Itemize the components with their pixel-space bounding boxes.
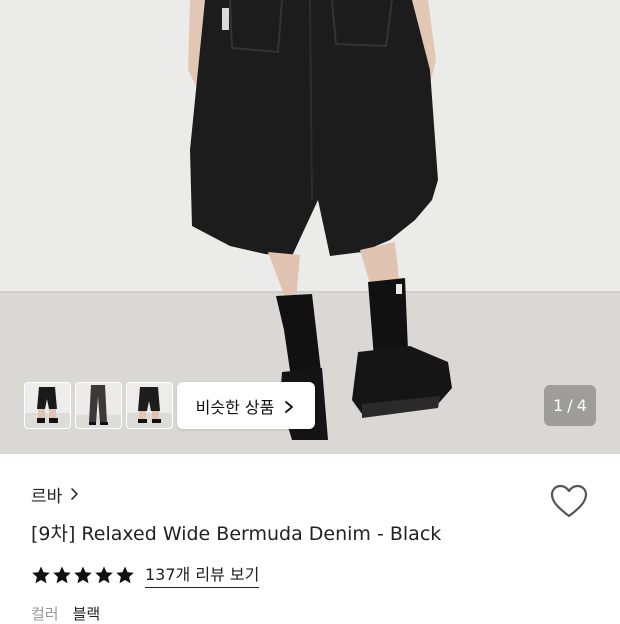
thumbnail-1[interactable] (24, 382, 71, 429)
product-title: [9차] Relaxed Wide Bermuda Denim - Black (31, 523, 442, 545)
brand-name: 르바 (31, 486, 63, 507)
chevron-right-icon (282, 399, 296, 413)
wishlist-button[interactable] (549, 482, 589, 522)
image-counter: 1 / 4 (544, 385, 596, 426)
option-value: 블랙 (72, 605, 101, 623)
star-filled-icon (53, 566, 71, 583)
similar-products-label: 비슷한 상품 (195, 397, 275, 417)
product-image-carousel[interactable]: 비슷한 상품 1 / 4 (0, 0, 620, 454)
review-link[interactable]: 137개 리뷰 보기 (145, 561, 260, 588)
star-filled-icon (32, 566, 50, 583)
image-counter-separator: / (567, 396, 573, 415)
image-counter-total: 4 (576, 396, 587, 415)
chevron-right-icon (70, 487, 80, 501)
product-info: 르바 (31, 476, 600, 512)
heart-outline-icon (550, 484, 588, 518)
rating-row: 137개 리뷰 보기 (31, 561, 260, 588)
star-filled-icon (74, 566, 92, 583)
star-filled-icon (95, 566, 113, 583)
thumbnail-2[interactable] (75, 382, 122, 429)
rating-stars (31, 565, 135, 585)
thumbnail-3[interactable] (126, 382, 173, 429)
option-label: 컬러 (31, 605, 59, 623)
image-counter-current: 1 (553, 396, 564, 415)
star-filled-icon (116, 566, 134, 583)
thumbnail-strip (24, 382, 173, 429)
brand-link[interactable]: 르바 (31, 476, 80, 512)
color-option: 컬러 블랙 (31, 603, 100, 624)
similar-products-button[interactable]: 비슷한 상품 (177, 382, 315, 429)
